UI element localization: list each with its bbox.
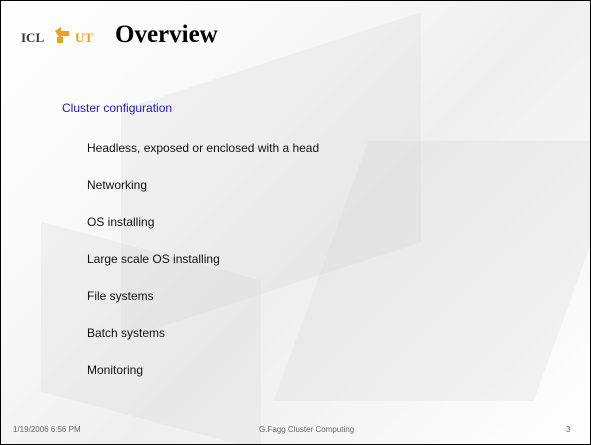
slide: ICL UT Overview Cluster configuration He… [0, 0, 591, 445]
footer-title: G.Fagg Cluster Computing [259, 425, 355, 434]
list-item: File systems [87, 289, 154, 303]
list-item: Networking [87, 178, 148, 192]
list-item: Monitoring [87, 363, 144, 377]
svg-text:ICL: ICL [21, 30, 44, 45]
bullet-list: Headless, exposed or enclosed with a hea… [87, 141, 319, 400]
page-number: 3 [566, 425, 571, 434]
section-heading: Cluster configuration [62, 101, 173, 115]
list-item: Headless, exposed or enclosed with a hea… [87, 141, 320, 155]
icl-logo-icon: ICL UT [21, 27, 93, 45]
list-item: Large scale OS installing [87, 252, 220, 266]
footer-date: 1/19/2006 6:56 PM [13, 425, 81, 434]
svg-text:UT: UT [75, 30, 93, 45]
list-item: OS installing [87, 215, 155, 229]
list-item: Batch systems [87, 326, 166, 340]
page-title: Overview [115, 21, 218, 48]
